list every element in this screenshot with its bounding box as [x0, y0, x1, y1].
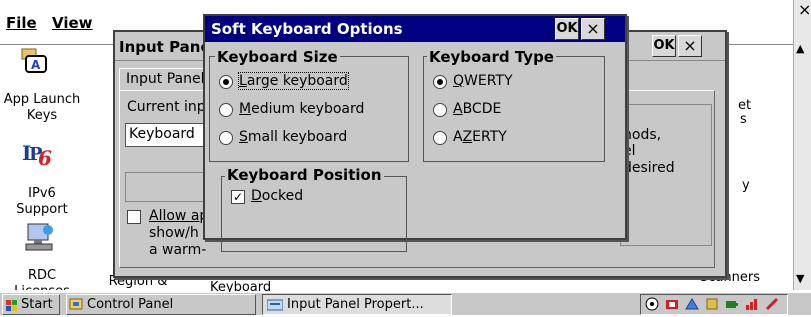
keyboard-size-title: Keyboard Size — [215, 48, 340, 66]
dialog-title: Soft Keyboard Options — [211, 20, 403, 38]
keyboard-icon — [266, 298, 284, 311]
info-text-1: hods, — [623, 127, 662, 143]
taskbar: Start Control Panel Input Panel Propert.… — [0, 292, 811, 315]
current-input-value: Keyboard — [129, 126, 195, 142]
dialog-close-button[interactable]: × — [581, 18, 605, 40]
radio-large-keyboard[interactable] — [219, 75, 233, 89]
radio-abcde[interactable] — [433, 103, 447, 117]
radio-qwerty[interactable] — [433, 75, 447, 89]
bg-label-1: et — [738, 98, 752, 113]
tab-input-panel-label: Input Panel — [126, 71, 205, 87]
menu-close-button[interactable]: × — [798, 0, 811, 19]
control-panel-task-button[interactable]: Control Panel — [66, 294, 256, 315]
vertical-scrollbar[interactable]: × ▲ ▼ — [793, 0, 811, 290]
docked-label[interactable]: Docked — [251, 188, 303, 204]
medium-keyboard-label[interactable]: Medium keyboard — [239, 101, 364, 117]
ipv6-support-label: IPv6 Support — [16, 186, 68, 217]
small-keyboard-label[interactable]: Small keyboard — [239, 129, 347, 145]
input-panel-close-button[interactable]: × — [678, 35, 702, 57]
keyboard-type-title: Keyboard Type — [427, 48, 556, 66]
app-launch-keys-label: App Launch Keys — [3, 92, 81, 123]
allow-text-line-1: Allow ap — [149, 208, 209, 224]
control-panel-icon — [69, 297, 83, 311]
connection-icon[interactable] — [685, 297, 699, 315]
input-panel-title: Input Panel — [119, 38, 216, 56]
docked-checkbox[interactable]: ✓ — [231, 190, 245, 204]
large-keyboard-label[interactable]: Large keyboard — [238, 72, 349, 90]
keyboard-status-icon[interactable] — [765, 297, 779, 315]
menu-file[interactable]: File — [6, 14, 37, 32]
options-button-area — [125, 172, 206, 202]
active-task-label: Input Panel Propert... — [287, 297, 424, 312]
rdc-licenses-label: RDC Licenses — [14, 268, 70, 290]
soft-keyboard-options-dialog: Soft Keyboard Options OK × Keyboard Size… — [203, 14, 627, 252]
svg-text:A: A — [31, 58, 41, 72]
input-panel-task-button[interactable]: Input Panel Propert... — [262, 294, 452, 315]
keyboard-label: Keyboard — [210, 280, 270, 292]
svg-text:6: 6 — [38, 146, 52, 168]
azerty-label[interactable]: AZERTY — [453, 129, 507, 145]
dialog-ok-button[interactable]: OK — [555, 18, 579, 40]
sync-icon[interactable] — [705, 297, 719, 315]
current-input-field[interactable]: Keyboard — [125, 123, 207, 147]
allow-text-line-3: a warm- — [149, 242, 207, 258]
start-button[interactable]: Start — [2, 294, 60, 315]
windows-flag-icon — [5, 295, 19, 314]
ipv6-support-icon[interactable]: I P 6 — [22, 138, 52, 170]
radio-medium-keyboard[interactable] — [219, 103, 233, 117]
abcde-label[interactable]: ABCDE — [453, 101, 501, 117]
network-icon[interactable] — [645, 297, 659, 315]
app-launch-keys-icon[interactable]: A — [18, 46, 48, 76]
keyboard-position-group — [221, 176, 407, 252]
input-panel-ok-button[interactable]: OK — [652, 35, 676, 57]
keyboard-type-group — [423, 56, 605, 162]
menu-view[interactable]: View — [52, 14, 93, 32]
radio-azerty[interactable] — [433, 131, 447, 145]
current-input-label: Current inp — [127, 99, 206, 115]
system-tray — [640, 294, 788, 315]
qwerty-label[interactable]: QWERTY — [453, 73, 513, 89]
power-icon[interactable] — [725, 297, 739, 315]
radio-small-keyboard[interactable] — [219, 131, 233, 145]
start-label: Start — [21, 297, 53, 312]
bg-label-2: s — [740, 112, 747, 127]
scroll-up-arrow-icon[interactable]: ▲ — [796, 42, 804, 55]
rdc-licenses-icon[interactable] — [22, 220, 58, 256]
signal-icon[interactable] — [745, 297, 759, 315]
battery-warning-icon[interactable] — [665, 297, 679, 315]
info-text-3: desired — [623, 160, 675, 176]
keyboard-position-title: Keyboard Position — [225, 166, 384, 184]
allow-text-line-2: show/h — [149, 225, 199, 241]
scroll-down-arrow-icon[interactable]: ▼ — [796, 272, 804, 285]
bg-label-3: y — [742, 178, 750, 193]
dialog-titlebar: Soft Keyboard Options OK × — [205, 16, 625, 42]
allow-checkbox[interactable] — [127, 210, 141, 224]
control-panel-label: Control Panel — [87, 297, 174, 312]
